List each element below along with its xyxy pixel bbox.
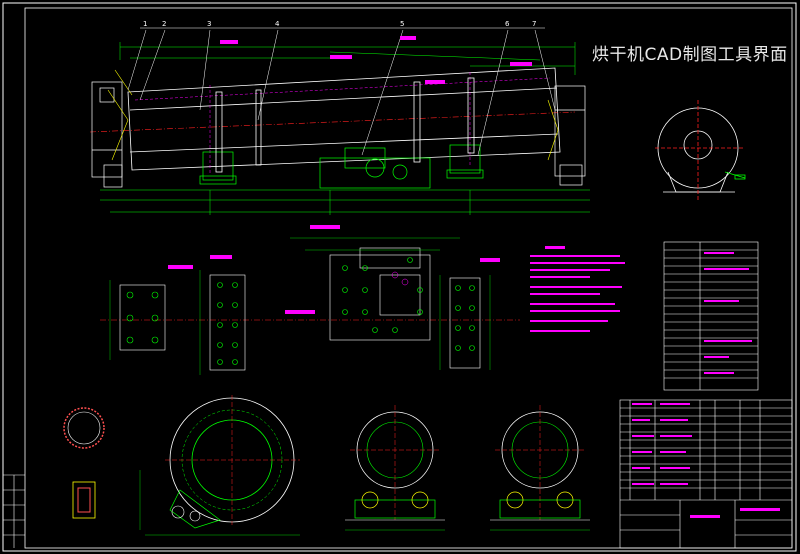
end-view bbox=[655, 100, 746, 200]
main-elevation-view: 1 2 3 4 5 6 7 bbox=[89, 20, 590, 215]
specification-table bbox=[663, 241, 759, 391]
small-ring-detail bbox=[63, 407, 105, 519]
callout-6: 6 bbox=[505, 20, 510, 28]
foundation-plans bbox=[100, 225, 520, 375]
callout-5: 5 bbox=[400, 20, 404, 28]
overlay-title: 烘干机CAD制图工具界面 bbox=[592, 45, 788, 65]
section-view-3 bbox=[490, 405, 590, 531]
callout-1: 1 bbox=[143, 20, 147, 28]
section-view-2 bbox=[345, 405, 445, 531]
callout-7: 7 bbox=[532, 20, 536, 28]
section-view-1 bbox=[139, 395, 300, 536]
left-binding-strip bbox=[3, 474, 25, 548]
callout-4: 4 bbox=[275, 20, 280, 28]
callout-2: 2 bbox=[162, 20, 166, 28]
cad-drawing-canvas: 1 2 3 4 5 6 7 bbox=[2, 2, 797, 552]
parts-list bbox=[619, 399, 793, 549]
callout-3: 3 bbox=[207, 20, 211, 28]
technical-notes bbox=[530, 246, 625, 332]
